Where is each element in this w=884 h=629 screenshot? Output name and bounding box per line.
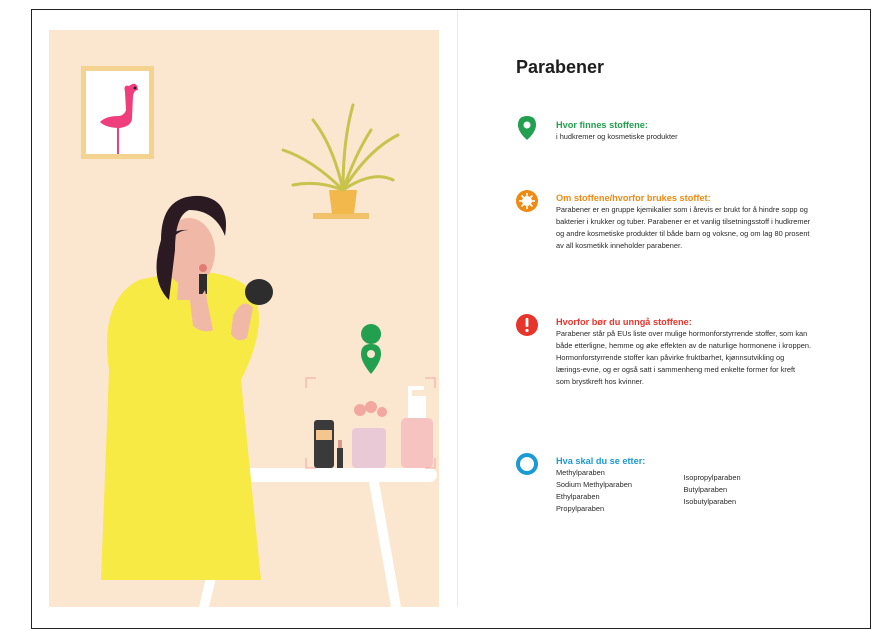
section-heading: Hva skal du se etter: bbox=[556, 456, 646, 466]
list-item: Propylparaben bbox=[556, 504, 605, 513]
flamingo-picture bbox=[81, 66, 154, 159]
section-heading: Hvor finnes stoffene: bbox=[556, 120, 648, 130]
virus-icon bbox=[516, 190, 538, 212]
location-pin-icon bbox=[518, 116, 536, 140]
paraben-list-col2: Isopropylparaben Butylparaben Isobutylpa… bbox=[684, 467, 812, 515]
section-heading: Hvorfor bør du unngå stoffene: bbox=[556, 317, 692, 327]
list-item: Isobutylparaben bbox=[683, 497, 737, 506]
page-divider bbox=[457, 10, 458, 607]
list-item: Butylparaben bbox=[683, 485, 728, 494]
section-heading: Om stoffene/hvorfor brukes stoffet: bbox=[556, 193, 711, 203]
section-text: Parabener er en gruppe kjemikalier som i… bbox=[556, 205, 811, 250]
paraben-list: Methylparaben Sodium Methylparaben Ethyl… bbox=[556, 467, 811, 515]
list-item: Sodium Methylparaben bbox=[556, 480, 633, 489]
illustration bbox=[49, 30, 439, 607]
list-item: Methylparaben bbox=[556, 468, 605, 477]
section-text: Parabener står på EUs liste over mulige … bbox=[556, 329, 812, 386]
section-text: i hudkremer og kosmetiske produkter bbox=[556, 132, 678, 141]
ring-icon bbox=[516, 453, 538, 475]
list-item: Isopropylparaben bbox=[683, 473, 741, 482]
page-title: Parabener bbox=[516, 57, 605, 77]
list-item: Ethylparaben bbox=[556, 492, 600, 501]
paraben-list-col1: Methylparaben Sodium Methylparaben Ethyl… bbox=[556, 467, 684, 515]
warning-icon bbox=[516, 314, 538, 336]
